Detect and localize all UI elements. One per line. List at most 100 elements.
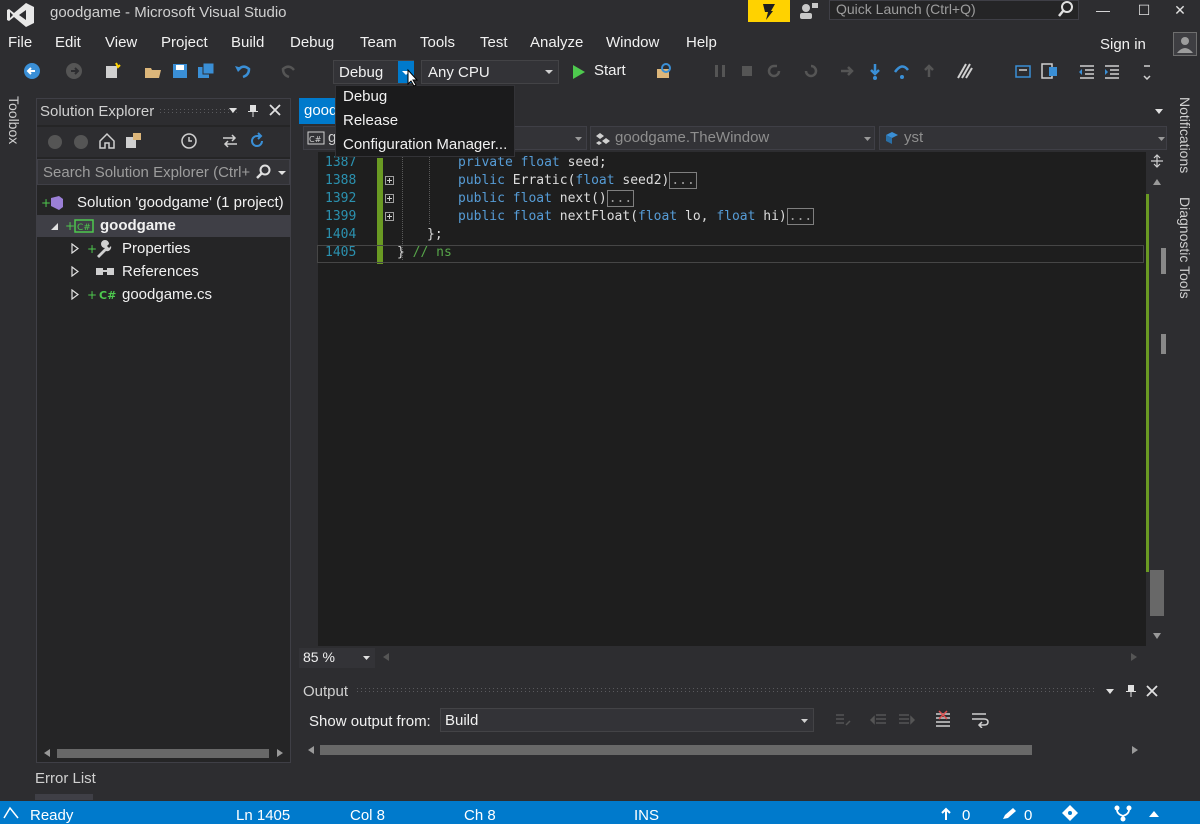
open-file-icon[interactable] (144, 62, 162, 80)
save-all-icon[interactable] (197, 62, 215, 80)
step-over-icon[interactable] (893, 62, 911, 80)
menu-window[interactable]: Window (606, 34, 659, 51)
editor-vertical-scrollbar[interactable] (1146, 152, 1168, 646)
member-nav-combo[interactable]: yst (879, 126, 1167, 150)
chevron-down-icon[interactable] (277, 170, 287, 176)
search-icon[interactable] (256, 164, 272, 180)
drag-grip[interactable] (357, 688, 1097, 694)
decrease-indent-icon[interactable] (1078, 62, 1096, 80)
toolbox-tab[interactable]: Toolbox (6, 96, 22, 144)
code-line[interactable]: } // ns (397, 244, 452, 262)
increase-indent-icon[interactable] (1103, 62, 1121, 80)
step-into-icon[interactable] (866, 62, 884, 80)
code-line[interactable]: public float nextFloat(float lo, float h… (458, 208, 815, 226)
quick-launch-input[interactable]: Quick Launch (Ctrl+Q) (829, 0, 1079, 20)
menu-view[interactable]: View (105, 34, 137, 51)
active-files-dropdown-icon[interactable] (1154, 108, 1164, 115)
type-nav-combo[interactable]: goodgame.TheWindow (590, 126, 875, 150)
next-message-icon[interactable] (897, 711, 915, 729)
scrollbar-thumb[interactable] (320, 745, 1032, 755)
collapsed-region[interactable]: ... (786, 208, 815, 225)
sync-with-active-document-icon[interactable] (221, 132, 239, 150)
diagnostic-tools-tab[interactable]: Diagnostic Tools (1177, 197, 1193, 299)
uncomment-icon[interactable] (1040, 62, 1058, 80)
outline-expand-icon[interactable] (385, 176, 394, 185)
pin-icon[interactable] (1125, 684, 1137, 698)
scroll-down-icon[interactable] (1152, 632, 1162, 640)
output-source-combo[interactable]: Build (440, 708, 814, 732)
step-out-icon[interactable] (920, 62, 938, 80)
comment-out-icon[interactable] (1014, 62, 1032, 80)
redo-icon[interactable] (280, 62, 298, 80)
restart-icon[interactable] (765, 62, 783, 80)
tree-row-solution[interactable]: + Solution 'goodgame' (1 project) (37, 192, 290, 214)
solution-configuration-combo[interactable]: Debug (333, 60, 414, 84)
collapsed-triangle-icon[interactable] (71, 289, 79, 300)
dropdown-option-release[interactable]: Release (343, 112, 398, 129)
tree-row-properties[interactable]: + Properties (37, 238, 290, 260)
close-icon[interactable] (1146, 685, 1158, 697)
code-editor[interactable]: 1387 private float seed; 1388 public Err… (299, 152, 1146, 646)
navigate-forward-icon[interactable] (65, 62, 83, 80)
pending-changes-count[interactable]: 0 (1024, 807, 1032, 824)
pause-icon[interactable] (711, 62, 729, 80)
refresh-icon[interactable] (248, 132, 266, 150)
collapsed-region[interactable]: ... (669, 172, 697, 189)
switch-views-icon[interactable] (125, 132, 147, 150)
tree-row-project[interactable]: + C# goodgame (37, 215, 290, 237)
solution-explorer-search-input[interactable]: Search Solution Explorer (Ctrl+ (37, 159, 290, 185)
undo-icon[interactable] (234, 62, 252, 80)
pin-icon[interactable] (247, 104, 259, 118)
error-list-tab[interactable]: Error List (35, 770, 96, 787)
scroll-left-icon[interactable] (307, 745, 315, 755)
unpublished-commits-icon[interactable] (940, 807, 952, 821)
split-window-icon[interactable] (1150, 154, 1164, 168)
menu-build[interactable]: Build (231, 34, 264, 51)
scroll-right-icon[interactable] (276, 748, 284, 758)
hot-reload-icon[interactable] (956, 62, 974, 80)
scrollbar-thumb[interactable] (1150, 570, 1164, 616)
close-window-button[interactable]: ✕ (1158, 0, 1200, 22)
scroll-up-icon[interactable] (1152, 178, 1162, 186)
account-avatar-icon[interactable] (1173, 32, 1197, 56)
toolbar-overflow-icon[interactable] (1138, 62, 1156, 80)
unpublished-commits-count[interactable]: 0 (962, 807, 970, 824)
home-icon[interactable] (98, 132, 116, 150)
find-in-files-icon[interactable] (655, 62, 673, 80)
menu-tools[interactable]: Tools (420, 34, 455, 51)
pending-changes-pencil-icon[interactable] (1001, 807, 1017, 821)
toggle-word-wrap-icon[interactable] (970, 710, 990, 728)
expanded-triangle-icon[interactable] (50, 222, 59, 231)
new-project-icon[interactable] (103, 62, 121, 80)
sign-in-link[interactable]: Sign in (1100, 36, 1146, 53)
back-icon[interactable] (47, 134, 63, 150)
dropdown-option-debug[interactable]: Debug (343, 88, 387, 105)
menu-help[interactable]: Help (686, 34, 717, 51)
horizontal-scrollbar[interactable] (37, 743, 290, 763)
feedback-icon[interactable] (748, 0, 790, 22)
start-debugging-button[interactable]: Start (570, 62, 640, 82)
dropdown-option-configuration-manager[interactable]: Configuration Manager... (343, 136, 507, 153)
scroll-right-icon[interactable] (1130, 652, 1138, 662)
menu-edit[interactable]: Edit (55, 34, 81, 51)
solution-platform-combo[interactable]: Any CPU (421, 60, 559, 84)
scroll-left-icon[interactable] (43, 748, 51, 758)
collapsed-triangle-icon[interactable] (71, 243, 79, 254)
menu-file[interactable]: File (8, 34, 32, 51)
close-icon[interactable] (269, 104, 281, 116)
scroll-left-icon[interactable] (382, 652, 390, 662)
refresh-icon[interactable] (802, 62, 820, 80)
show-next-statement-icon[interactable] (838, 62, 856, 80)
menu-project[interactable]: Project (161, 34, 208, 51)
chevron-up-icon[interactable] (1148, 810, 1160, 818)
window-position-dropdown-icon[interactable] (1105, 688, 1115, 695)
find-message-in-code-icon[interactable] (834, 711, 852, 729)
tree-row-goodgame-cs[interactable]: + C# goodgame.cs (37, 284, 290, 306)
menu-debug[interactable]: Debug (290, 34, 334, 51)
previous-message-icon[interactable] (870, 711, 888, 729)
scroll-right-icon[interactable] (1131, 745, 1139, 755)
menu-test[interactable]: Test (480, 34, 508, 51)
tree-row-references[interactable]: References (37, 261, 290, 283)
outline-expand-icon[interactable] (385, 212, 394, 221)
send-feedback-person-icon[interactable] (798, 0, 820, 22)
